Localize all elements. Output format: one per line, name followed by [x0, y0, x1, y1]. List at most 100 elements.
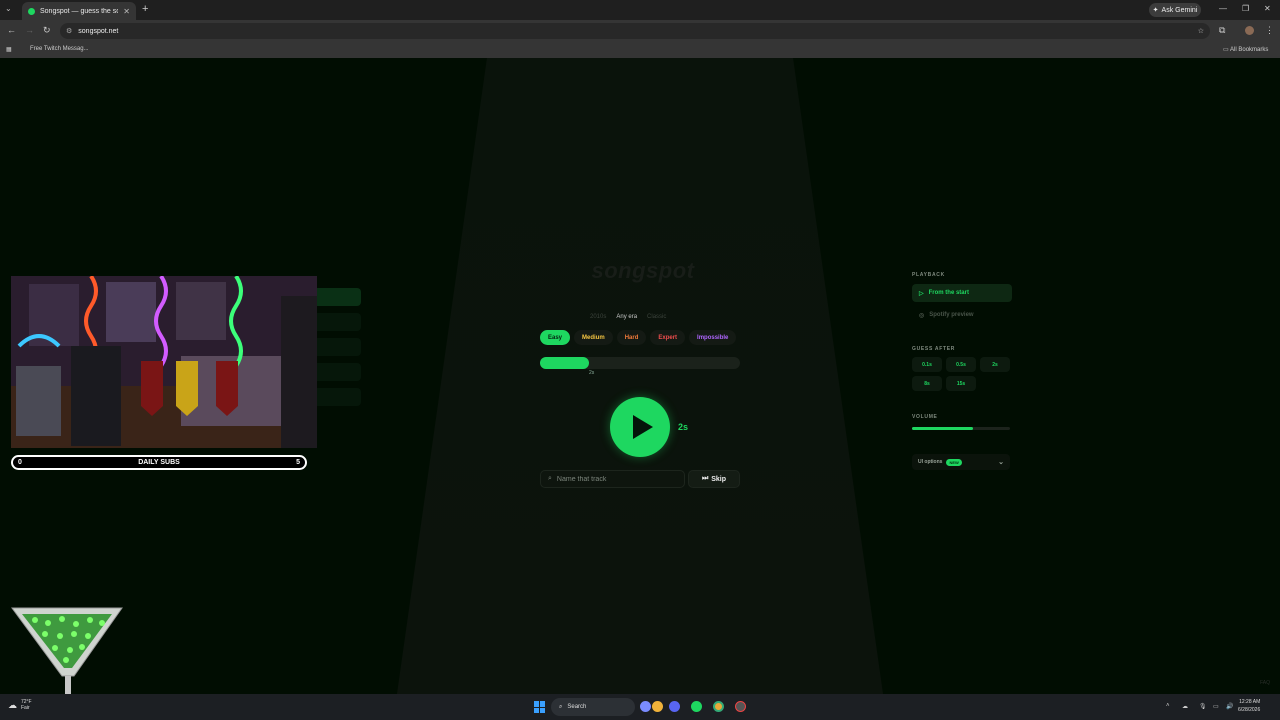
bookmark-item[interactable]: Free Twitch Messag...	[30, 46, 89, 52]
guess-field[interactable]: ⌕	[540, 470, 685, 488]
forward-icon[interactable]: →	[25, 25, 34, 35]
all-bookmarks-label: All Bookmarks	[1230, 47, 1269, 53]
progress-tick-label: 2s	[589, 370, 595, 376]
address-bar[interactable]: ⚙ songspot.net ☆	[60, 23, 1210, 39]
guess-after-options: 0.1s 0.5s 2s 8s 15s	[912, 357, 1012, 391]
reload-icon[interactable]: ↻	[43, 25, 51, 36]
play-duration: 2s	[678, 422, 689, 432]
ui-options-dropdown[interactable]: UI options NEW ⌄	[912, 454, 1010, 470]
browser-toolbar: ← → ↻ ⚙ songspot.net ☆ ⧉ ⋮	[0, 20, 1280, 42]
widgets-icon[interactable]	[640, 701, 651, 712]
weather-widget[interactable]: ☁ 72°F Fair	[8, 699, 32, 711]
all-bookmarks-folder[interactable]: ▭ All Bookmarks	[1223, 46, 1268, 53]
obs-taskbar-icon[interactable]	[735, 701, 746, 712]
minimize-icon[interactable]: —	[1219, 4, 1227, 13]
snippet-progress-bar[interactable]: 2s	[540, 357, 740, 376]
difficulty-expert-chip[interactable]: Expert	[650, 330, 686, 345]
playback-from-start-option[interactable]: ▷ From the start	[912, 284, 1012, 302]
chrome-taskbar-icon[interactable]	[713, 701, 724, 712]
era-option-active[interactable]: Any era	[616, 314, 637, 320]
volume-slider[interactable]	[912, 427, 1010, 430]
daily-subs-bar: 0 DAILY SUBS 5	[11, 455, 307, 470]
play-button[interactable]	[610, 397, 670, 457]
apps-grid-icon[interactable]: ▦	[6, 46, 12, 53]
spotify-taskbar-icon[interactable]	[691, 701, 702, 712]
guess-input[interactable]	[556, 475, 667, 483]
gemini-sparkle-icon: ✦	[1152, 7, 1159, 14]
onedrive-icon[interactable]: ☁	[1182, 703, 1188, 710]
search-icon: ⌕	[559, 703, 563, 710]
new-badge: NEW	[946, 458, 962, 466]
site-info-icon[interactable]: ⚙	[66, 27, 72, 35]
subs-start-value: 0	[18, 459, 22, 466]
playback-option-label: Spotify preview	[929, 312, 974, 318]
clock-time: 12:28 AM	[1239, 699, 1261, 705]
subs-label: DAILY SUBS	[138, 459, 180, 466]
tab-search-icon[interactable]: ⌄	[5, 4, 12, 13]
discord-icon[interactable]	[669, 701, 680, 712]
weather-desc: Fair	[21, 705, 30, 711]
playback-option-label: From the start	[928, 290, 969, 296]
era-option[interactable]: 2010s	[590, 314, 606, 320]
browser-tab-strip: ⌄ Songspot — guess the song ✕ + ✦ Ask Ge…	[0, 0, 1280, 20]
songspot-logo: songspot	[591, 258, 695, 283]
play-small-icon: ▷	[919, 290, 924, 297]
difficulty-easy-chip[interactable]: Easy	[540, 330, 571, 345]
network-icon[interactable]: ▭	[1213, 703, 1219, 710]
bookmark-star-icon[interactable]: ☆	[1198, 27, 1204, 35]
guess-after-option[interactable]: 0.5s	[946, 357, 976, 372]
volume-fill	[912, 427, 973, 430]
chrome-menu-icon[interactable]: ⋮	[1265, 25, 1274, 36]
microphone-icon[interactable]: 🎙	[1199, 703, 1207, 710]
tab-title: Songspot — guess the song	[40, 7, 119, 15]
browser-tab[interactable]: Songspot — guess the song ✕	[22, 2, 136, 20]
songspot-favicon-icon	[28, 7, 35, 15]
subs-goal-value: 5	[296, 459, 300, 466]
taskbar-search-label: Search	[567, 704, 587, 710]
difficulty-medium-chip[interactable]: Medium	[574, 330, 613, 345]
webcam-image	[11, 276, 317, 448]
windows-taskbar: ☁ 72°F Fair ⌕ Search ˄ ☁ 🎙 ▭ 🔊 12:28 AM …	[0, 694, 1280, 720]
search-icon: ⌕	[548, 475, 552, 482]
windows-start-icon[interactable]	[534, 701, 546, 713]
guess-after-option[interactable]: 8s	[912, 376, 942, 391]
faq-link[interactable]: FAQ	[1260, 680, 1270, 686]
guess-after-option[interactable]: 2s	[980, 357, 1010, 372]
ask-gemini-label: Ask Gemini	[1161, 6, 1198, 14]
skip-label: Skip	[711, 475, 727, 483]
playback-heading: PLAYBACK	[912, 272, 945, 278]
bookmarks-bar: ▦ Free Twitch Messag... ▭ All Bookmarks	[0, 42, 1280, 58]
tab-close-icon[interactable]: ✕	[123, 7, 130, 16]
playback-spotify-preview-option[interactable]: ◎ Spotify preview	[912, 306, 1012, 324]
songspot-page: songspot 2010s Any era Classic Easy Medi…	[0, 58, 1280, 694]
era-selector: 2010s Any era Classic	[590, 314, 666, 320]
new-tab-icon[interactable]: +	[142, 3, 148, 15]
taskbar-search[interactable]: ⌕ Search	[551, 698, 635, 716]
era-option[interactable]: Classic	[647, 314, 666, 320]
back-icon[interactable]: ←	[7, 25, 16, 35]
skip-button[interactable]: ⏭ Skip	[688, 470, 740, 488]
taskbar-clock[interactable]: 12:28 AM 6/28/2026	[1238, 698, 1260, 714]
weather-icon: ☁	[8, 699, 17, 710]
clock-date: 6/28/2026	[1238, 707, 1261, 713]
restore-icon[interactable]: ❐	[1242, 4, 1249, 13]
volume-heading: VOLUME	[912, 414, 938, 420]
webcam-overlay	[11, 276, 317, 448]
settings-sidebar: PLAYBACK ▷ From the start ◎ Spotify prev…	[912, 272, 1012, 470]
ui-options-label: UI options	[918, 459, 943, 465]
guess-after-option[interactable]: 0.1s	[912, 357, 942, 372]
ask-gemini-button[interactable]: ✦ Ask Gemini	[1149, 3, 1201, 17]
partial-panel-behind-webcam	[317, 288, 361, 413]
snippet-progress-fill	[540, 357, 589, 369]
guess-after-option[interactable]: 15s	[946, 376, 976, 391]
close-window-icon[interactable]: ✕	[1264, 4, 1271, 13]
profile-avatar[interactable]	[1245, 26, 1254, 35]
tray-overflow-icon[interactable]: ˄	[1166, 703, 1170, 709]
file-explorer-icon[interactable]	[652, 701, 663, 712]
guess-after-heading: GUESS AFTER	[912, 346, 956, 352]
difficulty-hard-chip[interactable]: Hard	[616, 330, 647, 345]
address-text: songspot.net	[78, 27, 119, 35]
difficulty-impossible-chip[interactable]: Impossible	[689, 330, 737, 345]
volume-icon[interactable]: 🔊	[1226, 703, 1233, 710]
extensions-icon[interactable]: ⧉	[1219, 25, 1225, 36]
